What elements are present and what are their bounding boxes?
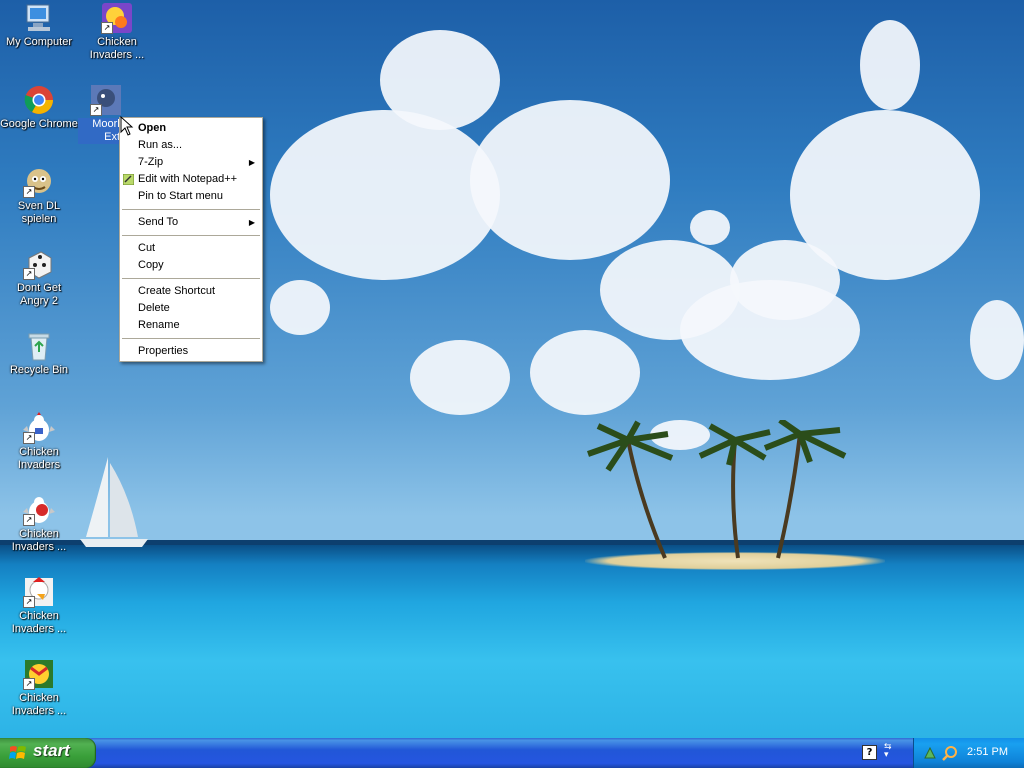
shortcut-arrow-icon: ↗ bbox=[90, 104, 102, 116]
menu-item-rename[interactable]: Rename bbox=[120, 317, 262, 334]
desktop-icon-chicken-invaders[interactable]: ↗ Chicken Invaders ... bbox=[78, 2, 156, 62]
notepad-plus-icon bbox=[123, 174, 134, 185]
tray-expand-icon[interactable]: ⇆ ▾ bbox=[884, 743, 892, 760]
menu-item-delete[interactable]: Delete bbox=[120, 300, 262, 317]
shortcut-arrow-icon: ↗ bbox=[101, 22, 113, 34]
cloud bbox=[270, 110, 500, 280]
icon-label: Chicken Invaders ... bbox=[11, 692, 67, 717]
chicken-icon: ↗ bbox=[23, 412, 55, 444]
menu-item-properties[interactable]: Properties bbox=[120, 343, 262, 360]
icon-label: Sven DL spielen bbox=[17, 200, 61, 225]
clock[interactable]: 2:51 PM bbox=[967, 746, 1008, 758]
menu-item-send-to[interactable]: Send To ▶ bbox=[120, 214, 262, 231]
icon-label: Chicken Invaders bbox=[17, 446, 61, 471]
menu-item-label: Edit with Notepad++ bbox=[138, 173, 238, 185]
computer-icon bbox=[23, 2, 55, 34]
menu-item-cut[interactable]: Cut bbox=[120, 240, 262, 257]
sven-icon: ↗ bbox=[23, 166, 55, 198]
cloud bbox=[790, 110, 980, 280]
recycle-bin-icon bbox=[23, 330, 55, 362]
icon-label: Chicken Invaders ... bbox=[11, 528, 67, 553]
shortcut-arrow-icon: ↗ bbox=[23, 678, 35, 690]
menu-separator bbox=[122, 338, 260, 339]
dice-icon: ↗ bbox=[23, 248, 55, 280]
menu-item-label: Send To bbox=[138, 216, 179, 228]
cloud bbox=[970, 300, 1024, 380]
cloud bbox=[270, 280, 330, 335]
context-menu: Open Run as... 7-Zip ▶ Edit with Notepad… bbox=[119, 117, 263, 362]
desktop-icon-recycle-bin[interactable]: Recycle Bin bbox=[0, 330, 78, 377]
desktop-icon-chicken-invaders-4[interactable]: ↗ Chicken Invaders ... bbox=[0, 658, 78, 718]
menu-item-run-as[interactable]: Run as... bbox=[120, 137, 262, 154]
menu-item-copy[interactable]: Copy bbox=[120, 257, 262, 274]
icon-label: Dont Get Angry 2 bbox=[16, 282, 62, 307]
menu-separator bbox=[122, 278, 260, 279]
desktop-icon-google-chrome[interactable]: Google Chrome bbox=[0, 84, 78, 131]
palm-trees bbox=[587, 420, 847, 559]
menu-separator bbox=[122, 235, 260, 236]
start-label: start bbox=[33, 741, 70, 760]
system-tray: 2:51 PM bbox=[913, 738, 1024, 768]
windows-logo-icon bbox=[9, 746, 26, 759]
icon-label: Chicken Invaders ... bbox=[89, 36, 145, 61]
game-icon: ↗ bbox=[90, 84, 122, 116]
network-icon[interactable] bbox=[922, 745, 938, 761]
desktop-icon-sven-dl[interactable]: ↗ Sven DL spielen bbox=[0, 166, 78, 226]
desktop-icon-dont-get-angry[interactable]: ↗ Dont Get Angry 2 bbox=[0, 248, 78, 308]
menu-item-7zip[interactable]: 7-Zip ▶ bbox=[120, 154, 262, 171]
shortcut-arrow-icon: ↗ bbox=[23, 432, 35, 444]
menu-item-open[interactable]: Open bbox=[120, 120, 262, 137]
chicken-icon: ↗ bbox=[23, 658, 55, 690]
submenu-arrow-icon: ▶ bbox=[248, 158, 255, 167]
cloud bbox=[410, 340, 510, 415]
icon-label: Chicken Invaders ... bbox=[11, 610, 67, 635]
menu-item-pin-start[interactable]: Pin to Start menu bbox=[120, 188, 262, 205]
shortcut-arrow-icon: ↗ bbox=[23, 596, 35, 608]
menu-item-edit-notepad[interactable]: Edit with Notepad++ bbox=[120, 171, 262, 188]
desktop-icon-chicken-invaders-2[interactable]: ↗ Chicken Invaders ... bbox=[0, 494, 78, 554]
desktop[interactable]: My Computer ↗ Chicken Invaders ... Googl… bbox=[0, 0, 1024, 738]
search-icon[interactable] bbox=[942, 745, 958, 761]
start-button[interactable]: start bbox=[0, 738, 96, 768]
shortcut-arrow-icon: ↗ bbox=[23, 514, 35, 526]
chrome-icon bbox=[23, 84, 55, 116]
icon-label: Recycle Bin bbox=[9, 364, 69, 376]
menu-item-label: 7-Zip bbox=[138, 156, 164, 168]
submenu-arrow-icon: ▶ bbox=[248, 218, 255, 227]
icon-label: Google Chrome bbox=[0, 118, 78, 130]
desktop-icon-chicken-invaders-3[interactable]: ↗ Chicken Invaders ... bbox=[0, 576, 78, 636]
menu-separator bbox=[122, 209, 260, 210]
cloud bbox=[860, 20, 920, 110]
cloud bbox=[380, 30, 500, 130]
shortcut-arrow-icon: ↗ bbox=[23, 268, 35, 280]
desktop-icon-my-computer[interactable]: My Computer bbox=[0, 2, 78, 49]
chicken-icon: ↗ bbox=[23, 494, 55, 526]
cloud bbox=[690, 210, 730, 245]
icon-label: My Computer bbox=[5, 36, 73, 48]
shortcut-arrow-icon: ↗ bbox=[23, 186, 35, 198]
cloud bbox=[470, 100, 670, 260]
chicken-icon: ↗ bbox=[23, 576, 55, 608]
chicken-icon: ↗ bbox=[101, 2, 133, 34]
sailboat bbox=[80, 457, 148, 547]
cloud bbox=[530, 330, 640, 415]
help-icon[interactable]: ? bbox=[862, 745, 877, 760]
desktop-icon-chicken-invaders-1[interactable]: ↗ Chicken Invaders bbox=[0, 412, 78, 472]
sea bbox=[0, 545, 1024, 738]
mouse-cursor-icon bbox=[120, 116, 134, 136]
menu-item-create-shortcut[interactable]: Create Shortcut bbox=[120, 283, 262, 300]
